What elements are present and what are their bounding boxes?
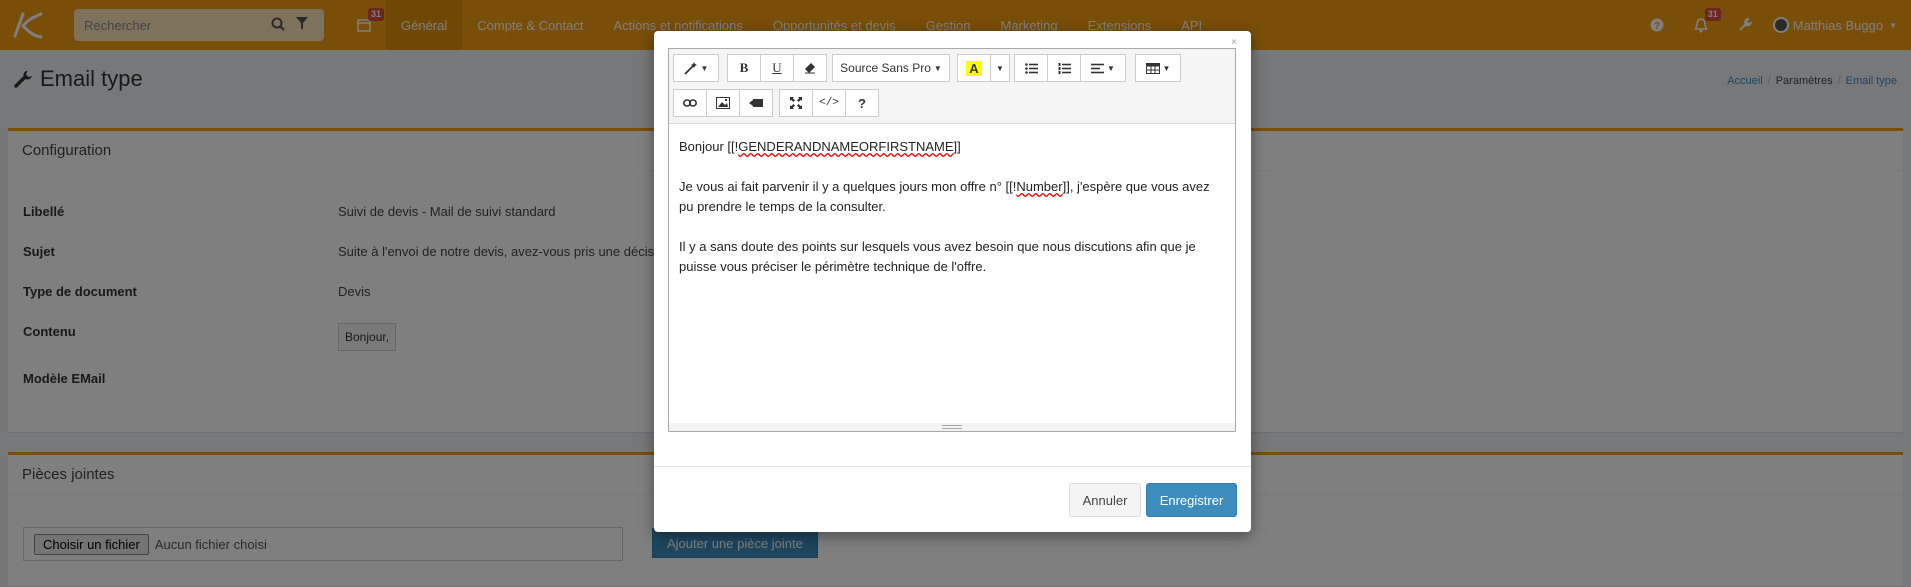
color-dropdown-button[interactable]: ▼ <box>990 54 1010 82</box>
editor-modal: × ▼ B U Source Sans Pro ▼ A ▼ ▼ ▼ </> ? … <box>654 31 1251 532</box>
insert-image-button[interactable] <box>706 89 740 117</box>
toolbar-table-group: ▼ <box>1135 54 1181 82</box>
content-line-greeting: Bonjour [[!GENDERANDNAMEORFIRSTNAME]] <box>679 139 961 154</box>
image-icon <box>716 97 730 109</box>
editor-resize-handle[interactable] <box>669 423 1235 431</box>
font-family-dropdown[interactable]: Source Sans Pro ▼ <box>832 54 950 82</box>
fullscreen-button[interactable] <box>779 89 813 117</box>
bullet-list-icon <box>1024 62 1038 74</box>
toolbar-color-group: A ▼ <box>957 54 1010 82</box>
magic-wand-icon <box>683 62 697 75</box>
eraser-button[interactable] <box>793 54 827 82</box>
link-icon <box>683 99 697 107</box>
modal-footer-divider <box>654 466 1251 467</box>
ordered-list-button[interactable] <box>1047 54 1081 82</box>
bold-button[interactable]: B <box>727 54 761 82</box>
chevron-down-icon: ▼ <box>700 63 709 73</box>
merge-field-number: Number <box>1016 179 1063 194</box>
toolbar-format-group: B U <box>727 54 827 82</box>
toolbar-list-group: ▼ <box>1014 54 1126 82</box>
chevron-down-icon: ▼ <box>1107 63 1115 73</box>
underline-button[interactable]: U <box>760 54 794 82</box>
help-button[interactable]: ? <box>845 89 879 117</box>
eraser-icon <box>805 63 815 74</box>
chevron-down-icon: ▼ <box>933 63 942 73</box>
merge-field-gender-name: GENDERANDNAMEORFIRSTNAME <box>738 139 954 154</box>
toolbar-font-group: Source Sans Pro ▼ <box>832 54 950 82</box>
insert-link-button[interactable] <box>673 89 707 117</box>
table-icon <box>1145 62 1160 74</box>
code-view-button[interactable]: </> <box>812 89 846 117</box>
numbered-list-icon <box>1058 62 1071 74</box>
toolbar-style-group: ▼ <box>673 54 719 82</box>
toolbar-insert-group <box>673 89 773 117</box>
rich-text-editor: ▼ B U Source Sans Pro ▼ A ▼ ▼ ▼ </> ? Bo… <box>668 48 1236 432</box>
content-paragraph-offer: Je vous ai fait parvenir il y a quelques… <box>679 179 1210 214</box>
chevron-down-icon: ▼ <box>1162 63 1171 73</box>
resize-grip-icon <box>942 425 962 429</box>
editor-content[interactable]: Bonjour [[!GENDERANDNAMEORFIRSTNAME]] Je… <box>679 137 1227 297</box>
chevron-down-icon: ▼ <box>996 63 1004 73</box>
table-insert-dropdown[interactable]: ▼ <box>1135 54 1181 82</box>
fullscreen-icon <box>790 97 802 109</box>
close-icon[interactable]: × <box>1231 37 1237 48</box>
magic-style-button[interactable]: ▼ <box>673 54 719 82</box>
content-paragraph-discuss: Il y a sans doute des points sur lesquel… <box>679 239 1196 274</box>
unordered-list-button[interactable] <box>1014 54 1048 82</box>
align-left-icon <box>1091 63 1105 73</box>
save-button[interactable]: Enregistrer <box>1146 483 1237 517</box>
toolbar-view-group: </> ? <box>779 89 879 117</box>
paragraph-align-dropdown[interactable]: ▼ <box>1080 54 1126 82</box>
editor-toolbar: ▼ B U Source Sans Pro ▼ A ▼ ▼ ▼ </> ? <box>669 49 1235 124</box>
insert-video-button[interactable] <box>739 89 773 117</box>
font-family-label: Source Sans Pro <box>840 61 931 75</box>
video-icon <box>749 99 763 107</box>
highlight-color-button[interactable]: A <box>957 54 991 82</box>
cancel-button[interactable]: Annuler <box>1069 483 1141 517</box>
text-color-icon: A <box>966 60 982 76</box>
